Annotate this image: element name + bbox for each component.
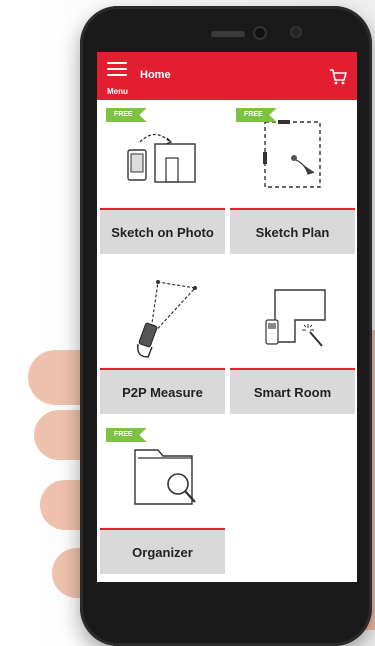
tile-label-box: Sketch Plan: [230, 210, 355, 254]
tile-p2p-measure[interactable]: P2P Measure: [100, 262, 225, 414]
sensor: [292, 28, 300, 36]
tile-label: Organizer: [132, 544, 193, 560]
tile-label: P2P Measure: [122, 384, 203, 400]
page-title: Home: [140, 69, 171, 81]
phone-speaker: [211, 31, 245, 37]
tile-label: Sketch on Photo: [111, 224, 214, 240]
menu-icon[interactable]: [107, 62, 127, 76]
tile-label: Smart Room: [253, 384, 332, 400]
tile-art: [230, 262, 355, 367]
phone-bottom-bezel: [97, 582, 357, 622]
tile-label-box: Sketch on Photo: [100, 210, 225, 254]
front-camera: [255, 28, 265, 38]
tile-label-box: Organizer: [100, 530, 225, 574]
app-header: Menu Home: [97, 52, 357, 100]
menu-label[interactable]: Menu: [107, 87, 128, 96]
app-screen: Menu Home FREE Sketch on Photo FREE Sket…: [97, 52, 357, 582]
tile-smart-room[interactable]: Smart Room: [230, 262, 355, 414]
tile-art: [100, 262, 225, 367]
tile-organizer[interactable]: FREE Organizer: [100, 422, 225, 574]
tile-sketch-plan[interactable]: FREE Sketch Plan: [230, 102, 355, 254]
tile-label-box: P2P Measure: [100, 370, 225, 414]
tile-sketch-on-photo[interactable]: FREE Sketch on Photo: [100, 102, 225, 254]
smart-room-icon: [265, 289, 326, 347]
tile-label: Sketch Plan: [255, 224, 330, 240]
cart-icon[interactable]: [329, 68, 347, 86]
tile-label-box: Smart Room: [230, 370, 355, 414]
p2p-measure-icon: [137, 280, 197, 358]
